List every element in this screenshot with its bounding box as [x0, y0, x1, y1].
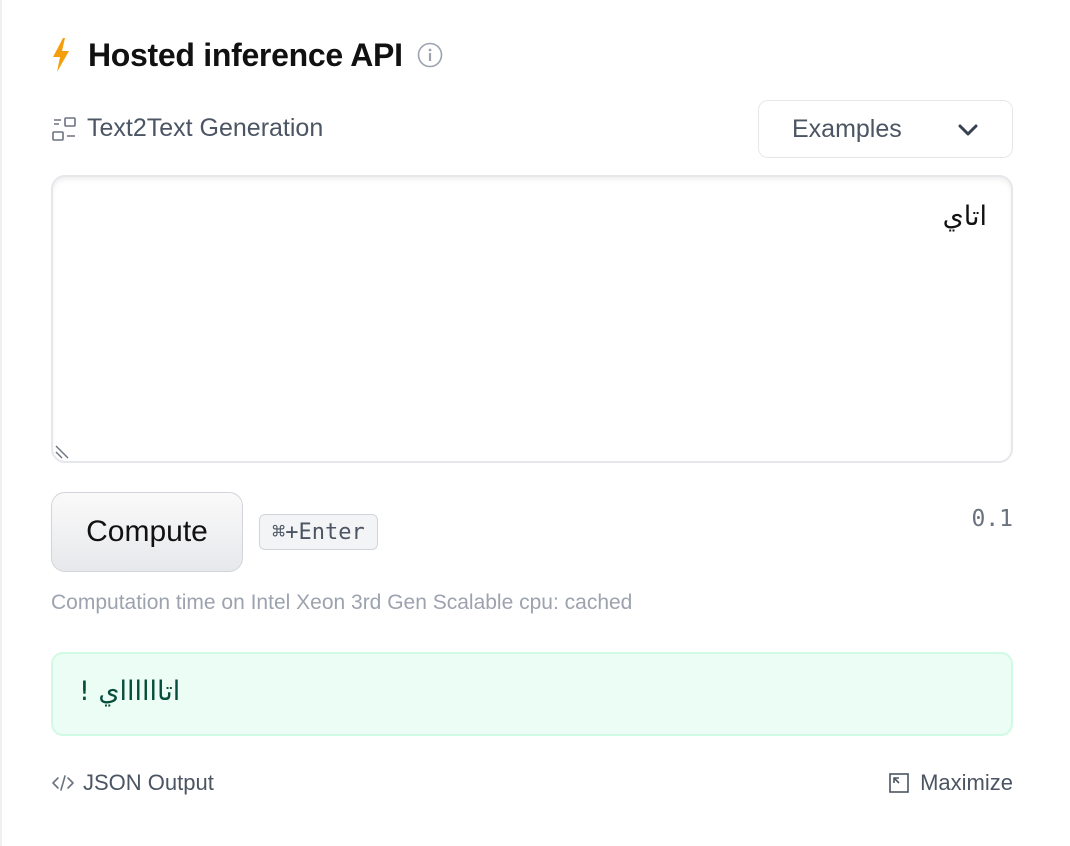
examples-label: Examples	[792, 114, 902, 143]
output-box: اتااااااي !	[51, 652, 1013, 736]
code-icon	[52, 775, 74, 791]
left-border	[0, 0, 2, 846]
json-output-link[interactable]: JSON Output	[51, 770, 214, 796]
keyboard-shortcut: ⌘+Enter	[259, 514, 378, 550]
maximize-link[interactable]: Maximize	[889, 770, 1013, 796]
output-text: اتااااااي !	[79, 676, 181, 707]
resize-handle-icon[interactable]	[54, 444, 70, 460]
maximize-label: Maximize	[920, 770, 1013, 795]
page-title: Hosted inference API	[88, 36, 403, 73]
input-text: اتاي	[942, 201, 987, 232]
text2text-icon	[52, 116, 76, 141]
chevron-down-icon	[958, 124, 978, 136]
task-type: Text2Text Generation	[51, 114, 323, 143]
input-textarea[interactable]: اتاي	[51, 175, 1013, 463]
computation-time: Computation time on Intel Xeon 3rd Gen S…	[51, 591, 633, 614]
compute-row: Compute ⌘+Enter 0.1	[51, 492, 1013, 572]
task-row: Text2Text Generation Examples	[51, 100, 1013, 158]
widget-footer: JSON Output Maximize	[51, 770, 1013, 800]
compute-button[interactable]: Compute	[51, 492, 243, 572]
widget-header: Hosted inference API	[51, 34, 443, 76]
info-icon[interactable]	[417, 42, 443, 68]
version-label: 0.1	[971, 506, 1013, 532]
examples-dropdown[interactable]: Examples	[758, 100, 1013, 158]
json-output-label: JSON Output	[83, 770, 214, 795]
task-label: Text2Text Generation	[87, 114, 324, 142]
maximize-icon	[889, 773, 909, 793]
lightning-icon	[53, 38, 69, 72]
